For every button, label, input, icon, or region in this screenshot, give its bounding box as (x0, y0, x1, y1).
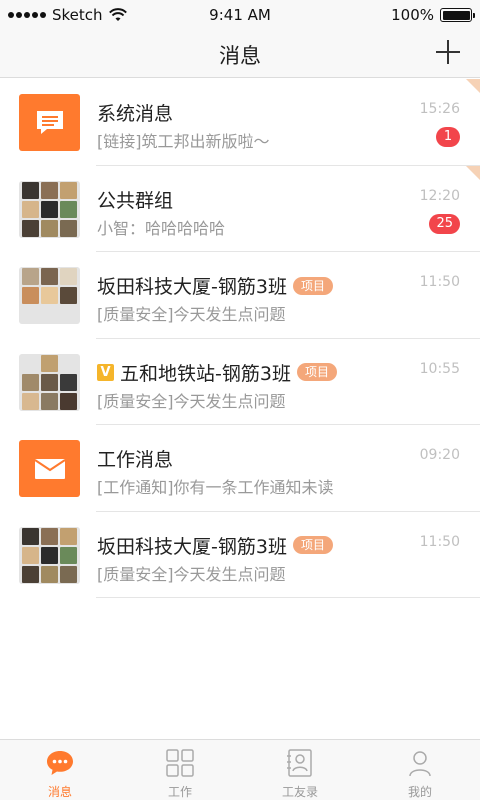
message-title: 系统消息 (97, 103, 174, 125)
verified-badge: V (97, 363, 114, 381)
message-title: 工作消息 (97, 449, 174, 471)
nav-bar: 消息 (0, 30, 480, 78)
chat-icon (19, 94, 80, 151)
message-time: 15:26 (419, 101, 460, 117)
message-preview: [质量安全]今天发生点问题 (97, 305, 286, 324)
message-preview: [链接]筑工邦出新版啦～ (97, 132, 270, 151)
person-icon (409, 751, 431, 777)
message-item-project[interactable]: 坂田科技大厦-钢筋3班 项目 [质量安全]今天发生点问题 11:50 (0, 511, 480, 598)
grid-icon (166, 749, 194, 777)
message-list: 系统消息 [链接]筑工邦出新版啦～ 15:26 1 公共群组 小智：哈哈哈哈哈 … (0, 79, 480, 598)
group-avatar (19, 180, 80, 238)
message-time: 12:20 (419, 187, 460, 204)
message-time: 11:50 (419, 274, 460, 290)
tab-me[interactable]: 我的 (360, 740, 480, 800)
message-item-work[interactable]: 工作消息 [工作通知]你有一条工作通知未读 09:20 (0, 425, 480, 512)
contacts-icon (287, 749, 312, 777)
status-bar: Sketch 9:41 AM 100% (0, 0, 480, 30)
tab-label: 工友录 (281, 785, 318, 799)
tab-work[interactable]: 工作 (120, 740, 240, 800)
pinned-marker (466, 165, 480, 180)
tab-messages[interactable]: 消息 (0, 740, 120, 800)
add-icon[interactable] (434, 38, 462, 66)
message-title: 公共群组 (97, 189, 174, 212)
message-preview: [工作通知]你有一条工作通知未读 (97, 478, 334, 497)
message-preview: 小智：哈哈哈哈哈 (97, 218, 226, 238)
message-item-project[interactable]: 坂田科技大厦-钢筋3班 项目 [质量安全]今天发生点问题 11:50 (0, 252, 480, 339)
tab-bar: 消息 工作 工友录 我的 (0, 739, 480, 800)
message-bubble-icon (47, 751, 73, 775)
tab-label: 我的 (407, 785, 432, 799)
group-avatar (19, 267, 80, 324)
unread-badge: 25 (429, 213, 460, 234)
battery-percent: 100% (391, 6, 434, 24)
message-time: 10:55 (419, 360, 460, 377)
unread-badge: 1 (436, 127, 460, 147)
tab-label: 消息 (47, 785, 72, 799)
message-item-public-group[interactable]: 公共群组 小智：哈哈哈哈哈 12:20 25 (0, 165, 480, 252)
message-time: 09:20 (419, 447, 460, 463)
group-avatar (19, 526, 80, 584)
message-preview: [质量安全]今天发生点问题 (97, 391, 286, 411)
pinned-marker (466, 79, 480, 93)
message-time: 11:50 (419, 533, 460, 550)
group-avatar (19, 353, 80, 411)
message-item-project[interactable]: V 五和地铁站-钢筋3班 项目 [质量安全]今天发生点问题 10:55 (0, 338, 480, 425)
envelope-icon (19, 440, 80, 497)
project-tag: 项目 (292, 536, 333, 554)
project-tag: 项目 (292, 276, 333, 295)
message-title: 坂田科技大厦-钢筋3班 (97, 535, 287, 558)
page-title: 消息 (219, 44, 261, 68)
tab-contacts[interactable]: 工友录 (240, 740, 360, 800)
project-tag: 项目 (296, 363, 337, 381)
tab-label: 工作 (167, 785, 192, 799)
message-title: 坂田科技大厦-钢筋3班 (97, 276, 287, 298)
message-item-system[interactable]: 系统消息 [链接]筑工邦出新版啦～ 15:26 1 (0, 79, 480, 166)
message-preview: [质量安全]今天发生点问题 (97, 564, 286, 584)
battery-icon (440, 8, 475, 22)
message-title: 五和地铁站-钢筋3班 (120, 362, 291, 385)
